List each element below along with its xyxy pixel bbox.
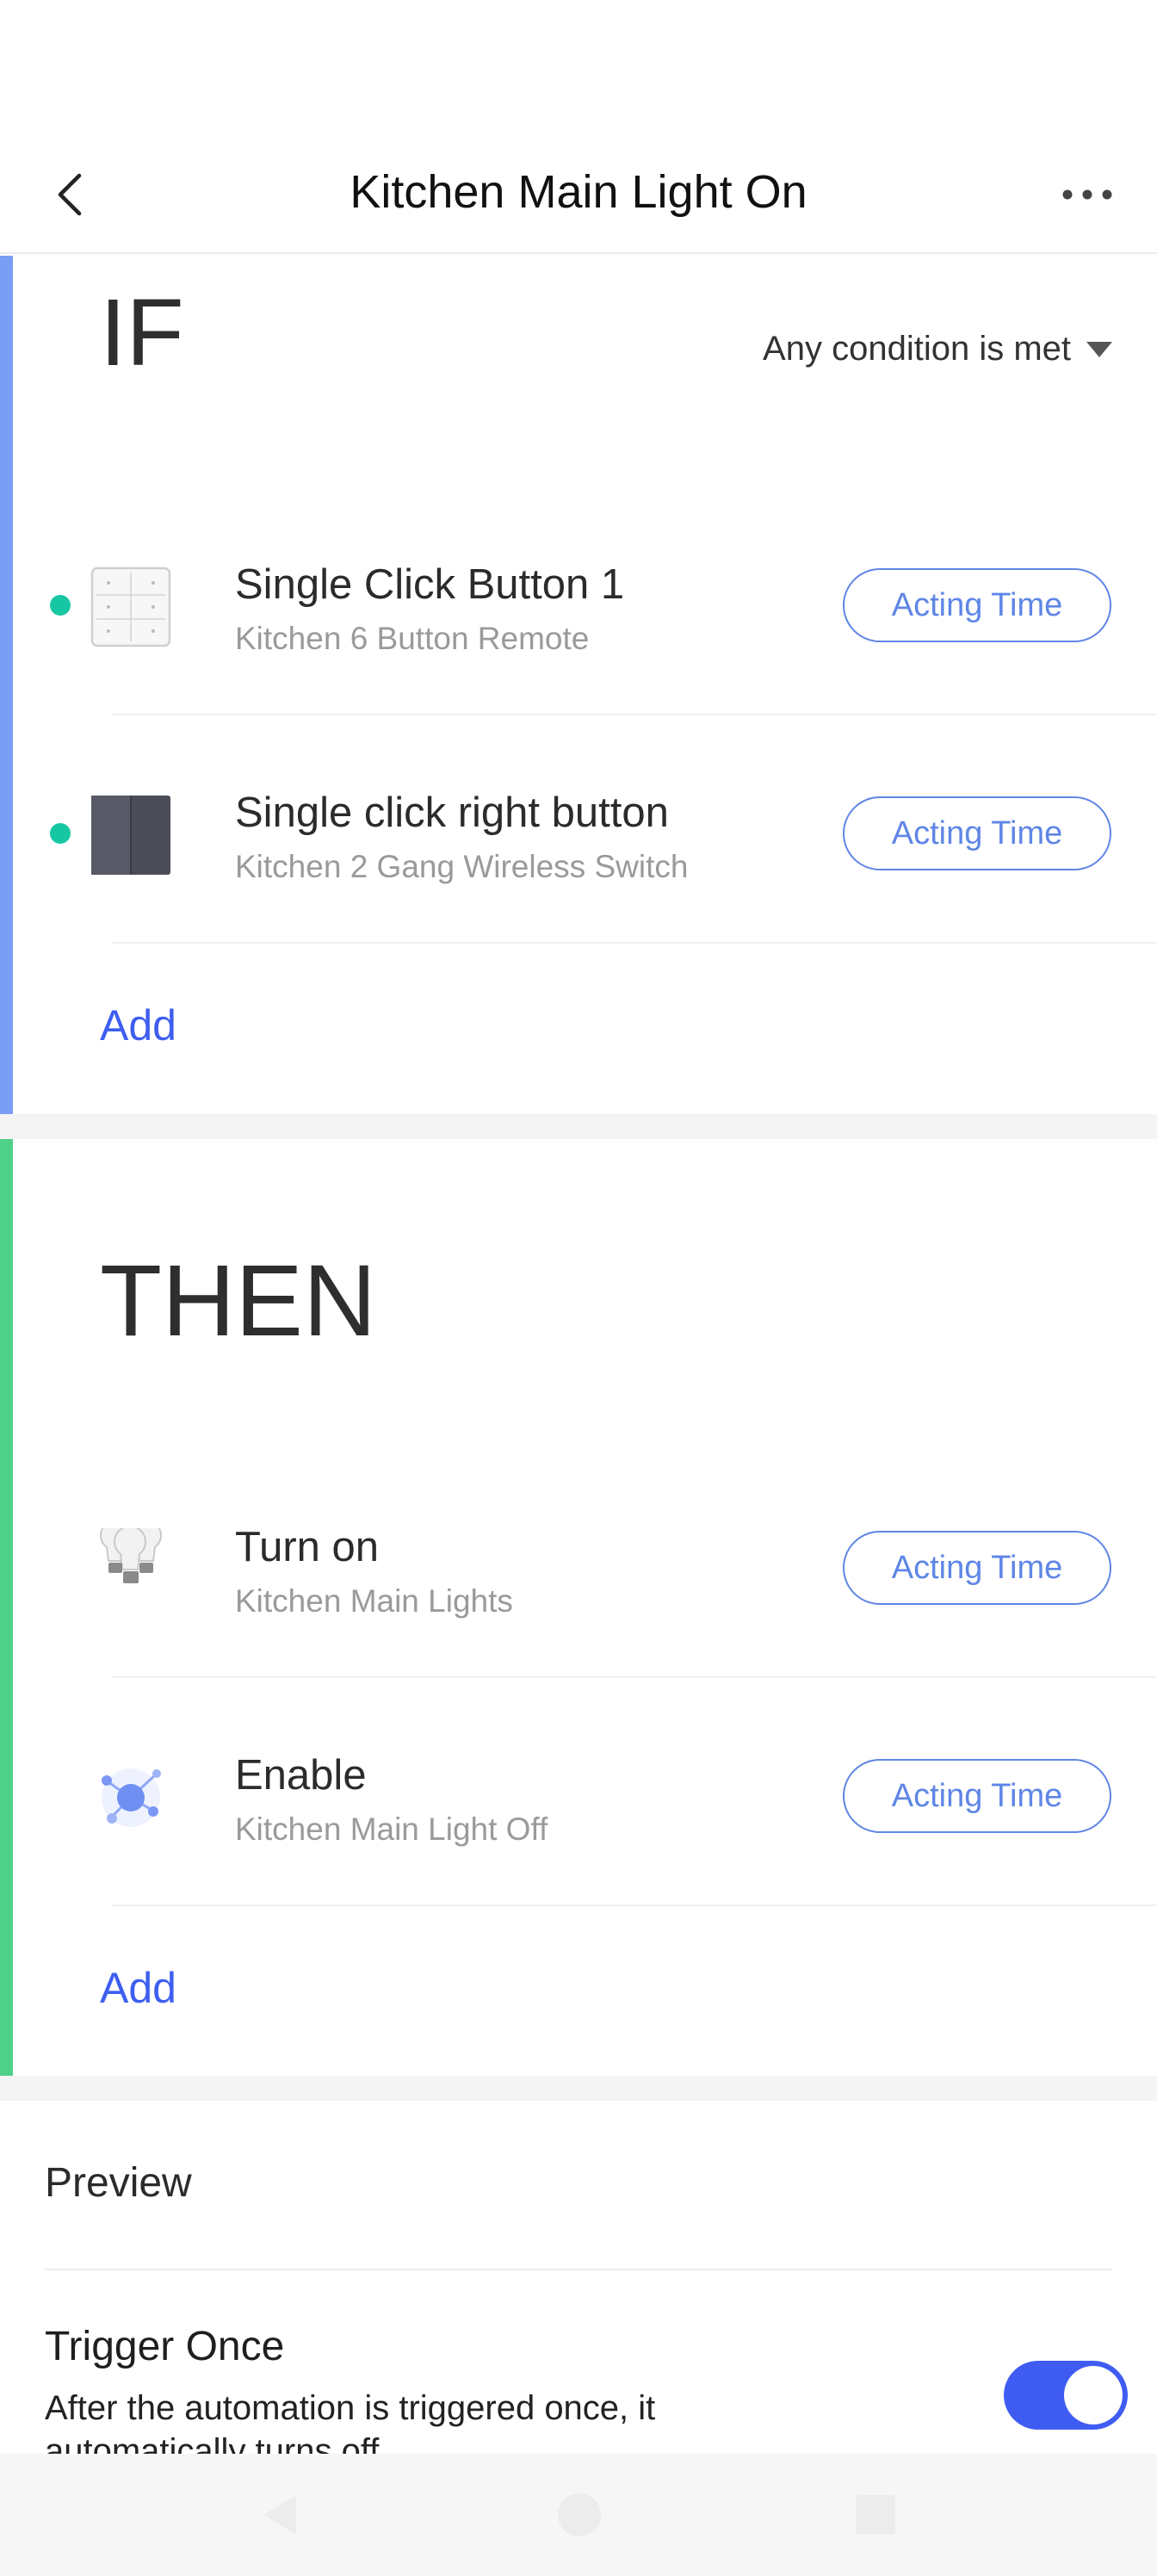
two-gang-switch-icon bbox=[90, 794, 172, 876]
if-heading: IF bbox=[100, 280, 184, 386]
action-target: Kitchen Main Light Off bbox=[235, 1811, 548, 1847]
nav-recents-icon[interactable] bbox=[856, 2495, 895, 2535]
condition-device: Kitchen 2 Gang Wireless Switch bbox=[235, 849, 689, 884]
toggle-knob bbox=[1064, 2366, 1123, 2424]
condition-title: Single click right button bbox=[235, 790, 669, 836]
caret-down-icon bbox=[1086, 341, 1112, 357]
trigger-once-title: Trigger Once bbox=[45, 2324, 285, 2369]
section-gap bbox=[0, 2076, 1157, 2101]
condition-device: Kitchen 6 Button Remote bbox=[235, 621, 590, 656]
action-title: Turn on bbox=[235, 1524, 380, 1570]
trigger-once-toggle[interactable] bbox=[1004, 2361, 1128, 2430]
more-options-button[interactable] bbox=[1057, 170, 1117, 219]
then-heading: THEN bbox=[100, 1244, 377, 1358]
settings-divider bbox=[45, 2269, 1112, 2270]
condition-row[interactable]: Single Click Button 1 Kitchen 6 Button R… bbox=[0, 488, 1157, 715]
row-divider bbox=[112, 1904, 1157, 1906]
row-divider bbox=[112, 714, 1157, 715]
section-gap bbox=[0, 1114, 1157, 1139]
more-horizontal-icon bbox=[1062, 189, 1112, 200]
acting-time-button[interactable]: Acting Time bbox=[843, 796, 1111, 870]
nav-home-icon[interactable] bbox=[558, 2493, 601, 2536]
row-divider bbox=[112, 942, 1157, 944]
six-button-remote-icon bbox=[90, 566, 172, 648]
action-row[interactable]: Turn on Kitchen Main Lights Acting Time bbox=[0, 1451, 1157, 1678]
add-condition-button[interactable]: Add bbox=[100, 1000, 176, 1050]
action-target: Kitchen Main Lights bbox=[235, 1583, 513, 1619]
acting-time-button[interactable]: Acting Time bbox=[843, 1531, 1111, 1605]
system-nav-bar bbox=[0, 2454, 1157, 2576]
page-title: Kitchen Main Light On bbox=[350, 166, 807, 218]
condition-title: Single Click Button 1 bbox=[235, 561, 625, 608]
nav-back-icon[interactable] bbox=[260, 2492, 300, 2538]
row-divider bbox=[112, 1676, 1157, 1678]
acting-time-button[interactable]: Acting Time bbox=[843, 1759, 1111, 1833]
status-dot bbox=[50, 595, 71, 616]
action-title: Enable bbox=[235, 1752, 367, 1799]
condition-row[interactable]: Single click right button Kitchen 2 Gang… bbox=[0, 716, 1157, 944]
status-dot bbox=[50, 823, 71, 844]
action-row[interactable]: Enable Kitchen Main Light Off Acting Tim… bbox=[0, 1679, 1157, 1906]
trigger-once-description: After the automation is triggered once, … bbox=[45, 2389, 656, 2454]
condition-mode-dropdown[interactable]: Any condition is met bbox=[763, 330, 1112, 368]
preview-item[interactable]: Preview bbox=[45, 2159, 192, 2207]
app-bar: Kitchen Main Light On bbox=[0, 138, 1157, 254]
add-action-button[interactable]: Add bbox=[100, 1963, 176, 2013]
automation-icon bbox=[90, 1756, 172, 1839]
light-bulbs-icon bbox=[90, 1520, 172, 1611]
condition-mode-label: Any condition is met bbox=[763, 330, 1071, 368]
acting-time-button[interactable]: Acting Time bbox=[843, 568, 1111, 642]
